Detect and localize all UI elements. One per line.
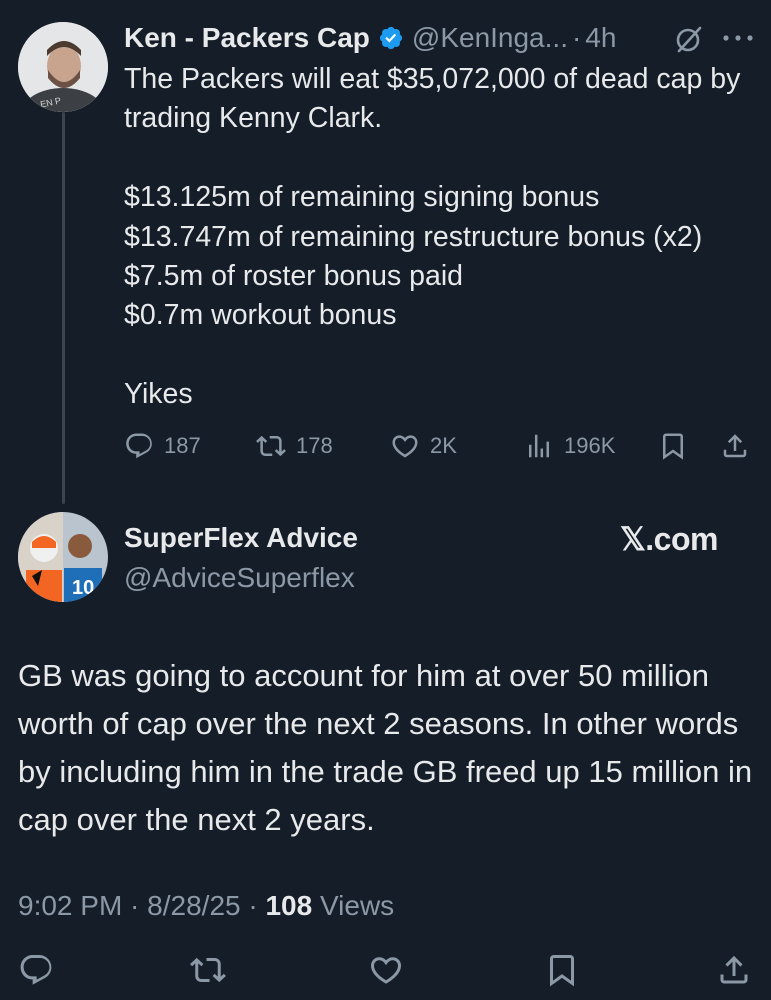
- reply-button[interactable]: 187: [124, 426, 201, 466]
- meta-sep: ·: [240, 890, 266, 921]
- bookmark-icon[interactable]: [544, 952, 580, 988]
- avatar-ken[interactable]: EN P: [18, 22, 108, 112]
- verified-badge-icon: [379, 26, 402, 50]
- post-time[interactable]: 4h: [585, 22, 616, 54]
- share-button[interactable]: [720, 426, 750, 466]
- post-meta: 9:02 PM · 8/28/25 · 108 Views: [18, 890, 394, 922]
- views-count: 196K: [564, 433, 616, 458]
- views-button[interactable]: 196K: [524, 426, 615, 466]
- reply-author-name[interactable]: SuperFlex Advice: [124, 522, 358, 554]
- thread-line: [62, 112, 65, 504]
- avatar-jersey-number: 10: [72, 577, 94, 599]
- bookmark-button[interactable]: [658, 426, 688, 466]
- repost-button[interactable]: 178: [256, 426, 333, 466]
- meta-views-label: Views: [312, 890, 395, 921]
- more-icon[interactable]: [720, 30, 756, 46]
- meta-sep: ·: [122, 890, 148, 921]
- author-name[interactable]: Ken - Packers Cap: [124, 22, 370, 54]
- post-text: The Packers will eat $35,072,000 of dead…: [124, 63, 741, 411]
- share-icon[interactable]: [716, 952, 752, 988]
- time-separator: ·: [571, 22, 582, 53]
- like-count: 2K: [430, 433, 457, 458]
- repost-count: 178: [296, 433, 333, 458]
- meta-date: 8/28/25: [147, 890, 241, 921]
- grok-icon[interactable]: [674, 24, 704, 54]
- bookmark-icon: [663, 433, 683, 460]
- reply-icon[interactable]: [18, 952, 54, 988]
- meta-views-count: 108: [265, 890, 313, 921]
- author-handle[interactable]: @KenInga...: [412, 22, 568, 54]
- avatar-superflex[interactable]: 10: [18, 512, 108, 602]
- repost-icon[interactable]: [190, 952, 226, 988]
- source-badge: 𝕏.com: [620, 521, 718, 557]
- post-header: Ken - Packers Cap @KenInga... · 4h: [124, 18, 616, 58]
- reply-icon: [126, 433, 152, 459]
- views-icon: [529, 434, 549, 458]
- reply-count: 187: [164, 433, 201, 458]
- like-icon: [392, 435, 418, 458]
- like-button[interactable]: 2K: [390, 426, 457, 466]
- share-icon: [723, 434, 747, 458]
- meta-time: 9:02 PM: [18, 890, 123, 921]
- reply-author-handle[interactable]: @AdviceSuperflex: [124, 562, 355, 594]
- like-icon[interactable]: [368, 952, 404, 988]
- reply-text: GB was going to account for him at over …: [18, 658, 753, 837]
- repost-icon: [256, 435, 286, 457]
